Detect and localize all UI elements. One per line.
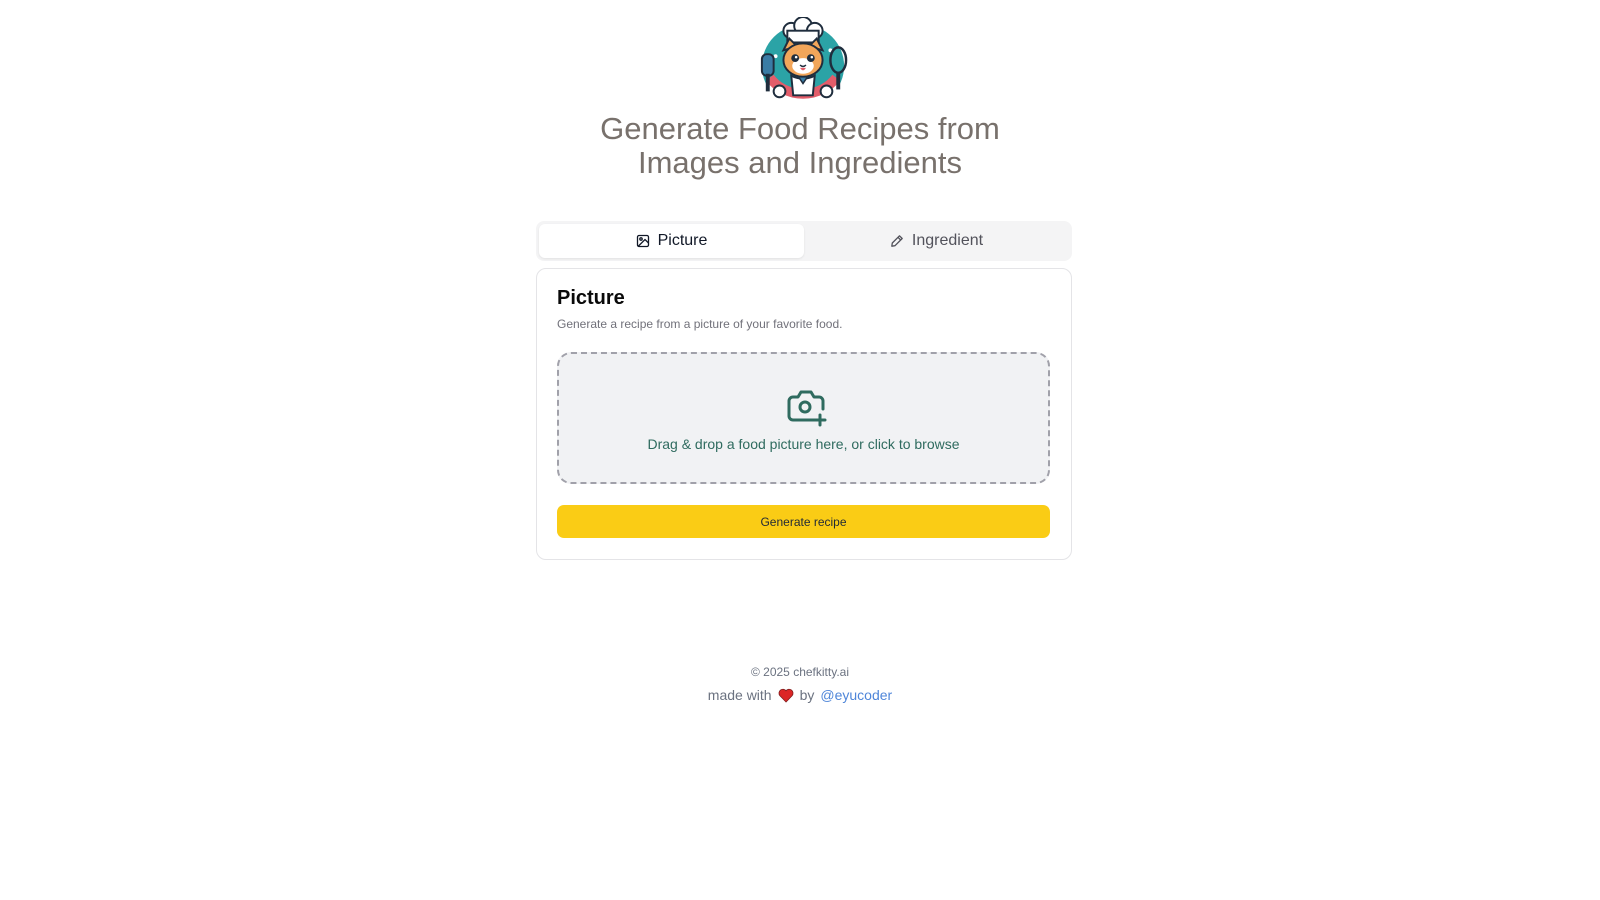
- mode-tabs: Picture Ingredient: [536, 221, 1072, 261]
- chef-cat-logo: [754, 17, 852, 109]
- author-link[interactable]: @eyucoder: [820, 686, 892, 704]
- generate-recipe-button[interactable]: Generate recipe: [557, 505, 1050, 538]
- picture-card: Picture Generate a recipe from a picture…: [536, 268, 1072, 560]
- page: Generate Food Recipes from Images and In…: [0, 0, 1600, 900]
- made-with-line: made with by @eyucoder: [600, 686, 1000, 704]
- card-description: Generate a recipe from a picture of your…: [557, 317, 843, 331]
- copyright-text: © 2025 chefkitty.ai: [750, 665, 849, 679]
- pencil-icon: [890, 234, 904, 248]
- tab-picture-label: Picture: [657, 232, 708, 249]
- tab-picture[interactable]: Picture: [539, 224, 804, 258]
- made-with-text: made with: [707, 687, 772, 703]
- page-title-line-2: Images and Ingredients: [638, 145, 962, 180]
- footer: © 2025 chefkitty.ai made with by @eyucod…: [600, 664, 1000, 704]
- tab-ingredient[interactable]: Ingredient: [804, 224, 1069, 258]
- heart-icon: [778, 688, 794, 703]
- dropzone-text: Drag & drop a food picture here, or clic…: [647, 436, 960, 452]
- camera-plus-icon: [785, 386, 827, 428]
- image-icon: [636, 234, 650, 248]
- by-text: by: [799, 687, 815, 703]
- card-title: Picture: [557, 287, 625, 309]
- page-title-line-1: Generate Food Recipes from: [600, 111, 1000, 146]
- page-title: Generate Food Recipes from Images and In…: [500, 112, 1100, 180]
- tab-ingredient-label: Ingredient: [911, 232, 984, 249]
- image-dropzone[interactable]: Drag & drop a food picture here, or clic…: [557, 352, 1050, 484]
